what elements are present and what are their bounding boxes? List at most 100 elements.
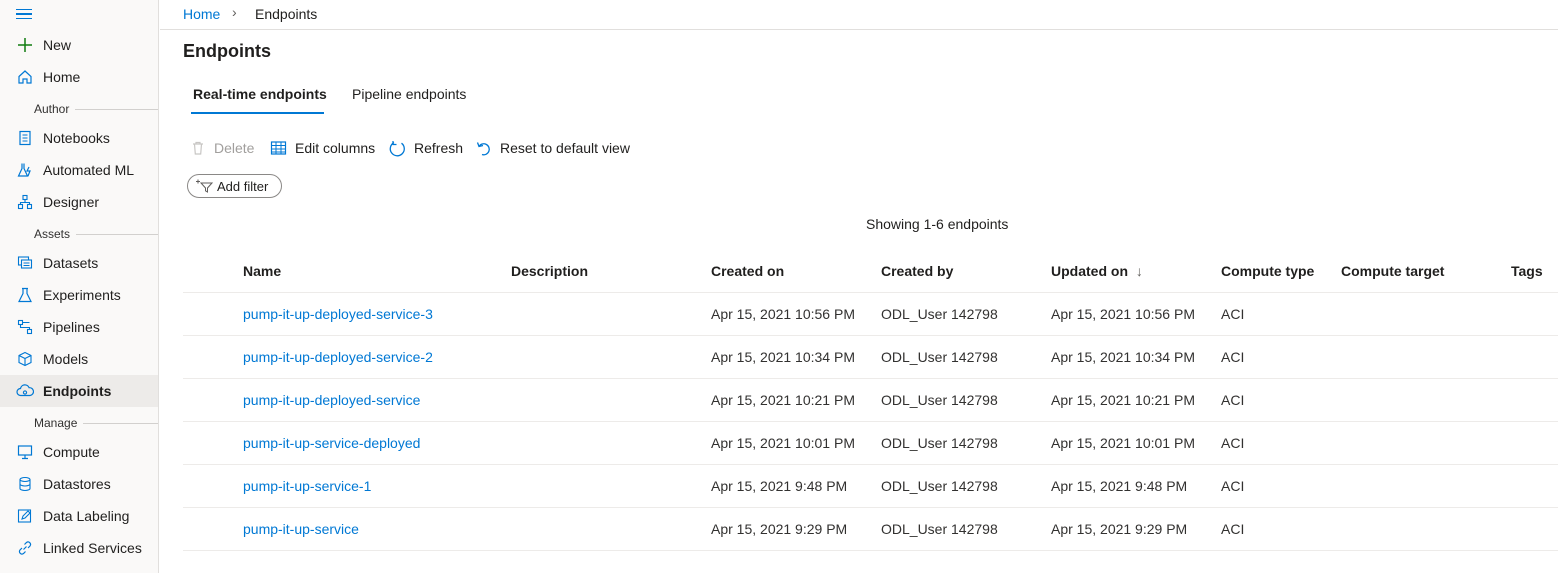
nav-label-models: Models <box>43 351 89 367</box>
endpoint-name-link[interactable]: pump-it-up-deployed-service <box>243 392 420 408</box>
sidebar-item-automated-ml[interactable]: Automated ML <box>0 154 158 186</box>
cube-icon <box>16 350 34 368</box>
updated-on-cell: Apr 15, 2021 9:48 PM <box>1051 478 1188 494</box>
result-count: Showing 1-6 endpoints <box>866 216 1009 232</box>
created-by-cell: ODL_User 142798 <box>881 306 998 322</box>
nav-label-data-labeling: Data Labeling <box>43 508 130 524</box>
sidebar-item-home[interactable]: Home <box>0 61 158 93</box>
created-by-cell: ODL_User 142798 <box>881 349 998 365</box>
sidebar-item-endpoints[interactable]: Endpoints <box>0 375 158 407</box>
add-filter-button[interactable]: Add filter <box>187 174 282 198</box>
sidebar-item-notebooks[interactable]: Notebooks <box>0 122 158 154</box>
nav-group-manage: Manage <box>0 416 158 430</box>
database-icon <box>16 475 34 493</box>
compute-type-cell: ACI <box>1221 349 1245 365</box>
sidebar-item-compute[interactable]: Compute <box>0 436 158 468</box>
created-on-cell: Apr 15, 2021 10:01 PM <box>711 435 855 451</box>
trash-icon <box>190 140 206 156</box>
column-header-compute-target[interactable]: Compute target <box>1341 263 1444 279</box>
created-on-cell: Apr 15, 2021 9:29 PM <box>711 521 848 537</box>
endpoint-name-link[interactable]: pump-it-up-deployed-service-3 <box>243 306 433 322</box>
column-header-created-on[interactable]: Created on <box>711 263 784 279</box>
compute-type-cell: ACI <box>1221 435 1245 451</box>
nav-label-compute: Compute <box>43 444 100 460</box>
edit-columns-button[interactable]: Edit columns <box>270 138 375 158</box>
notebook-icon <box>16 129 34 147</box>
table-row[interactable]: pump-it-up-service-1 Apr 15, 2021 9:48 P… <box>183 465 1558 508</box>
created-on-cell: Apr 15, 2021 9:48 PM <box>711 478 848 494</box>
endpoint-name-link[interactable]: pump-it-up-service-1 <box>243 478 371 494</box>
refresh-button[interactable]: Refresh <box>389 138 463 158</box>
column-header-name[interactable]: Name <box>243 263 281 279</box>
updated-on-cell: Apr 15, 2021 10:01 PM <box>1051 435 1195 451</box>
column-header-compute-type[interactable]: Compute type <box>1221 263 1314 279</box>
table-columns-icon <box>270 140 287 156</box>
nav-label-datastores: Datastores <box>43 476 111 492</box>
sidebar-item-pipelines[interactable]: Pipelines <box>0 311 158 343</box>
link-icon <box>16 539 34 557</box>
endpoint-name-link[interactable]: pump-it-up-deployed-service-2 <box>243 349 433 365</box>
updated-on-cell: Apr 15, 2021 10:21 PM <box>1051 392 1195 408</box>
tab-real-time-endpoints[interactable]: Real-time endpoints <box>193 86 327 102</box>
nav-label-experiments: Experiments <box>43 287 121 303</box>
updated-on-cell: Apr 15, 2021 10:34 PM <box>1051 349 1195 365</box>
plus-icon <box>16 36 34 54</box>
tab-pipeline-endpoints[interactable]: Pipeline endpoints <box>352 86 466 102</box>
breadcrumb-home-link[interactable]: Home <box>183 6 220 22</box>
nav-label-pipelines: Pipelines <box>43 319 100 335</box>
endpoint-name-link[interactable]: pump-it-up-service-deployed <box>243 435 420 451</box>
sidebar-item-datastores[interactable]: Datastores <box>0 468 158 500</box>
reset-view-button[interactable]: Reset to default view <box>476 138 630 158</box>
endpoint-name-link[interactable]: pump-it-up-service <box>243 521 359 537</box>
created-by-cell: ODL_User 142798 <box>881 435 998 451</box>
edit-icon <box>16 507 34 525</box>
home-icon <box>16 68 34 86</box>
sort-descending-icon: ↓ <box>1135 263 1143 279</box>
delete-button[interactable]: Delete <box>190 138 254 158</box>
nav-label-notebooks: Notebooks <box>43 130 110 146</box>
nav-label-home: Home <box>43 69 81 85</box>
refresh-label: Refresh <box>414 140 464 156</box>
sidebar-item-datasets[interactable]: Datasets <box>0 247 158 279</box>
new-button[interactable]: New <box>0 29 158 61</box>
add-filter-label: Add filter <box>217 178 269 194</box>
nav-label-datasets: Datasets <box>43 255 99 271</box>
table-row[interactable]: pump-it-up-deployed-service-3 Apr 15, 20… <box>183 293 1558 336</box>
flask-lightning-icon <box>16 161 34 179</box>
sidebar-item-data-labeling[interactable]: Data Labeling <box>0 500 158 532</box>
nav-label-new: New <box>43 37 72 53</box>
filter-plus-icon <box>196 179 214 193</box>
updated-on-cell: Apr 15, 2021 9:29 PM <box>1051 521 1188 537</box>
column-header-tags[interactable]: Tags <box>1511 263 1543 279</box>
nav-group-assets: Assets <box>0 227 158 241</box>
sidebar-item-designer[interactable]: Designer <box>0 186 158 218</box>
table-row[interactable]: pump-it-up-service-deployed Apr 15, 2021… <box>183 422 1558 465</box>
dataset-icon <box>16 254 34 272</box>
undo-icon <box>476 140 492 156</box>
created-by-cell: ODL_User 142798 <box>881 521 998 537</box>
breadcrumb-current: Endpoints <box>255 6 318 22</box>
cloud-icon <box>16 382 34 400</box>
hamburger-icon[interactable] <box>16 6 36 22</box>
column-header-description[interactable]: Description <box>511 263 588 279</box>
table-row[interactable]: pump-it-up-deployed-service-2 Apr 15, 20… <box>183 336 1558 379</box>
sidebar-item-experiments[interactable]: Experiments <box>0 279 158 311</box>
flow-icon <box>16 193 34 211</box>
edit-columns-label: Edit columns <box>295 140 376 156</box>
reset-view-label: Reset to default view <box>500 140 630 156</box>
nav-group-author: Author <box>0 102 158 116</box>
created-by-cell: ODL_User 142798 <box>881 392 998 408</box>
delete-label: Delete <box>214 140 255 156</box>
sidebar-item-linked-services[interactable]: Linked Services <box>0 532 158 564</box>
sidebar-item-models[interactable]: Models <box>0 343 158 375</box>
flask-icon <box>16 286 34 304</box>
sidebar: New Home Author Notebooks Automated ML D… <box>0 0 159 573</box>
created-on-cell: Apr 15, 2021 10:34 PM <box>711 349 855 365</box>
table-row[interactable]: pump-it-up-deployed-service Apr 15, 2021… <box>183 379 1558 422</box>
refresh-icon <box>389 140 406 157</box>
created-on-cell: Apr 15, 2021 10:56 PM <box>711 306 855 322</box>
column-header-updated-on[interactable]: Updated on ↓ <box>1051 263 1143 279</box>
column-header-created-by[interactable]: Created by <box>881 263 953 279</box>
breadcrumb: Home › Endpoints <box>160 0 1558 30</box>
table-row[interactable]: pump-it-up-service Apr 15, 2021 9:29 PM … <box>183 508 1558 551</box>
